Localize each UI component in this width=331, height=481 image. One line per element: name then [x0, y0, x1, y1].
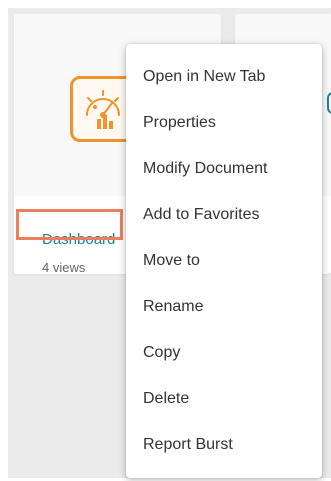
card-view-count: 4 views	[42, 260, 86, 275]
menu-item-add-to-favorites[interactable]: Add to Favorites	[126, 192, 322, 238]
menu-item-report-burst[interactable]: Report Burst	[126, 422, 322, 468]
menu-item-delete[interactable]: Delete	[126, 376, 322, 422]
context-menu: Open in New Tab Properties Modify Docume…	[126, 44, 322, 478]
menu-item-modify-document[interactable]: Modify Document	[126, 146, 322, 192]
title-highlight-box	[16, 209, 123, 240]
menu-item-open-in-new-tab[interactable]: Open in New Tab	[126, 54, 322, 100]
partial-app-icon	[327, 92, 331, 114]
menu-item-rename[interactable]: Rename	[126, 284, 322, 330]
screenshot-canvas: Dashboard 4 views Open in New Tab Proper…	[0, 0, 331, 481]
menu-item-move-to[interactable]: Move to	[126, 238, 322, 284]
menu-item-properties[interactable]: Properties	[126, 100, 322, 146]
menu-item-copy[interactable]: Copy	[126, 330, 322, 376]
